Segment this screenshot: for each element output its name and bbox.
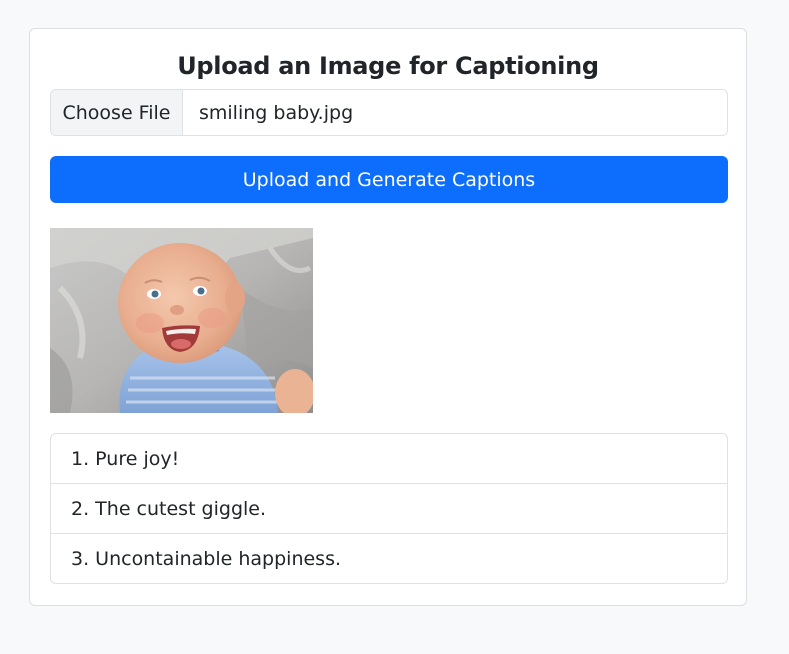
caption-item-3: 3. Uncontainable happiness. <box>71 547 342 570</box>
upload-generate-button[interactable]: Upload and Generate Captions <box>50 156 728 203</box>
caption-item-1: 1. Pure joy! <box>51 434 727 484</box>
uploaded-image-preview <box>50 228 313 413</box>
page-title: Upload an Image for Captioning <box>177 52 599 80</box>
caption-list: 1. Pure joy! 2. The cutest giggle. 3. Un… <box>50 433 728 584</box>
choose-file-button[interactable]: Choose File <box>51 90 183 135</box>
file-input[interactable]: Choose File smiling baby.jpg <box>50 89 728 136</box>
baby-photo-image <box>50 228 313 413</box>
selected-file-name: smiling baby.jpg <box>199 101 354 124</box>
upload-card: Upload an Image for Captioning Choose Fi… <box>29 28 747 606</box>
caption-item-2: 2. The cutest giggle. <box>51 484 727 534</box>
